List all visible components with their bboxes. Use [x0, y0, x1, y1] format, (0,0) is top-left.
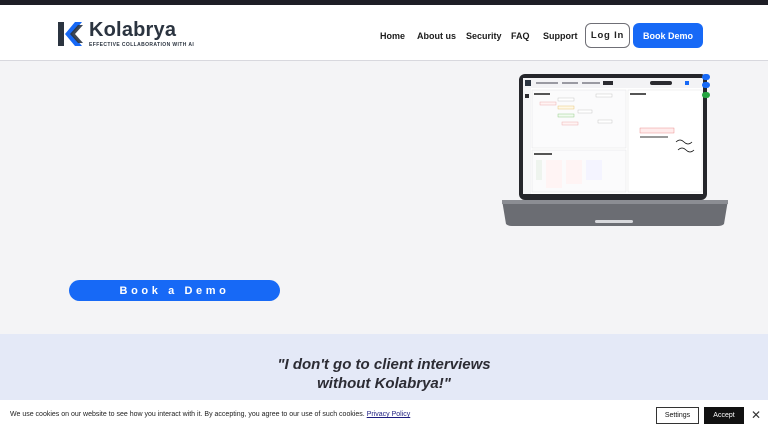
brand-tagline: EFFECTIVE COLLABORATION WITH AI	[89, 42, 195, 48]
logo-text: Kolabrya EFFECTIVE COLLABORATION WITH AI	[89, 20, 194, 48]
nav-about-us[interactable]: About us	[417, 31, 456, 41]
testimonial-line-2: without Kolabrya!"	[317, 375, 451, 392]
nav-home[interactable]: Home	[380, 31, 405, 41]
cookie-text: We use cookies on our website to see how…	[10, 411, 365, 418]
logo-mark-icon	[58, 22, 83, 46]
book-a-demo-button[interactable]: Book a Demo	[69, 280, 280, 301]
cookie-settings-button[interactable]: Settings	[656, 407, 699, 424]
cookie-accept-button[interactable]: Accept	[704, 407, 744, 424]
testimonial-line-1: "I don't go to client interviews	[277, 356, 491, 373]
laptop-screenshot-image	[502, 74, 728, 226]
brand-name: Kolabrya	[89, 19, 177, 41]
site-header: Kolabrya EFFECTIVE COLLABORATION WITH AI…	[0, 5, 768, 61]
nav-security[interactable]: Security	[466, 31, 502, 41]
privacy-policy-link[interactable]: Privacy Policy	[367, 411, 411, 418]
nav-support[interactable]: Support	[543, 31, 578, 41]
nav-faq[interactable]: FAQ	[511, 31, 530, 41]
testimonial-quote: "I don't go to client interviews without…	[0, 355, 768, 393]
login-button[interactable]: Log In	[585, 23, 630, 48]
close-icon[interactable]: ✕	[750, 408, 762, 422]
testimonial-band: "I don't go to client interviews without…	[0, 334, 768, 404]
brand-logo[interactable]: Kolabrya EFFECTIVE COLLABORATION WITH AI	[56, 19, 194, 49]
cookie-banner: We use cookies on our website to see how…	[0, 400, 768, 432]
book-demo-header-button[interactable]: Book Demo	[633, 23, 703, 48]
cookie-message: We use cookies on our website to see how…	[10, 411, 410, 418]
